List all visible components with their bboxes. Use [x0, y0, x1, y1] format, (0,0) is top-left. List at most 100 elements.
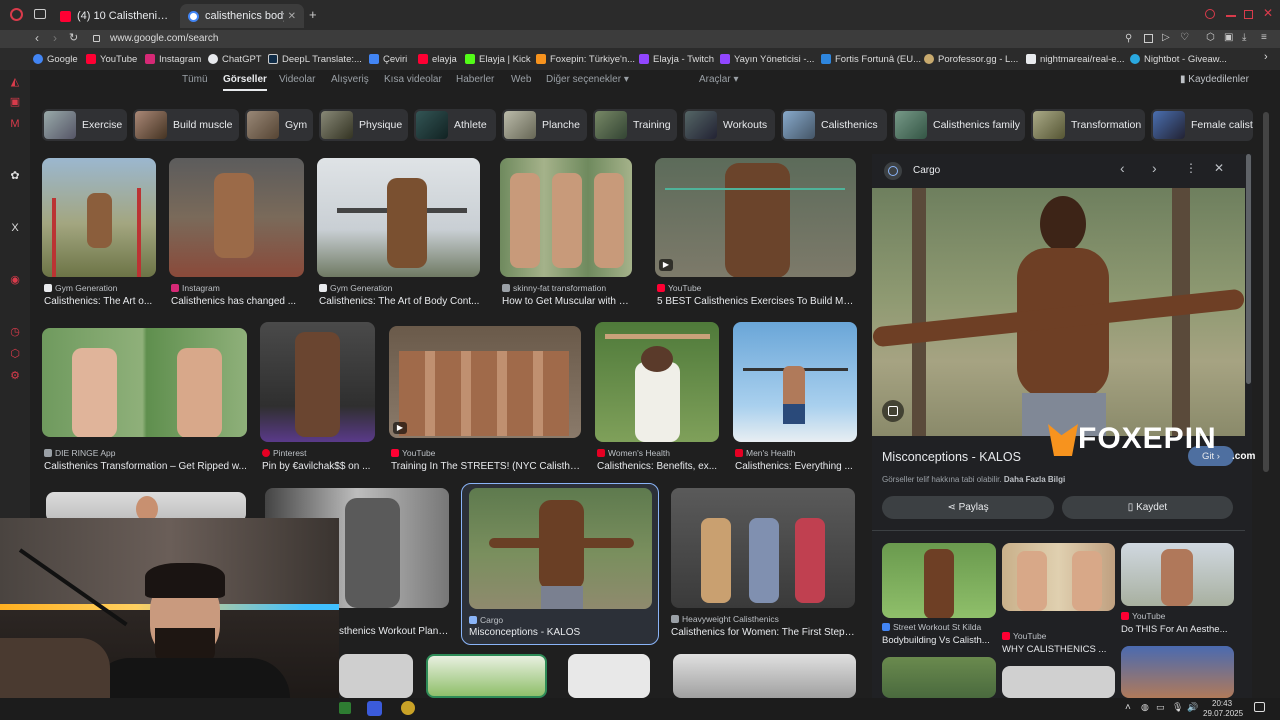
chip-training[interactable]: Training — [593, 109, 677, 141]
result-title[interactable]: Misconceptions - KALOS — [469, 627, 652, 638]
related-thumbnail[interactable] — [1002, 666, 1115, 698]
result-image[interactable] — [42, 328, 247, 437]
workspaces-icon[interactable] — [34, 9, 46, 19]
bookmark-instagram[interactable]: Instagram — [145, 52, 201, 66]
snapshot-icon[interactable] — [1144, 34, 1153, 43]
bookmark-chatgpt[interactable]: ChatGPT — [208, 52, 262, 66]
close-tab-icon[interactable]: ✕ — [284, 11, 296, 22]
tab-youtube[interactable]: (4) 10 Calisthenics Skills — [52, 4, 178, 28]
related-thumbnail[interactable] — [882, 657, 996, 698]
save-button[interactable]: ▯ Kaydet — [1062, 496, 1233, 519]
result-image[interactable] — [733, 322, 857, 442]
url-input[interactable]: www.google.com/search — [110, 33, 218, 44]
chip-calisthenics-family[interactable]: Calisthenics family — [893, 109, 1025, 141]
related-thumbnail[interactable] — [1121, 646, 1234, 698]
bookmark-google[interactable]: Google — [33, 52, 78, 66]
tools-button[interactable]: Araçlar ▾ — [699, 74, 739, 85]
extensions-sidebar-icon[interactable]: ⬡ — [9, 348, 21, 360]
extensions-icon[interactable]: ⬡ — [1206, 32, 1215, 43]
tray-chevron-icon[interactable]: ˄ — [1125, 702, 1131, 713]
pin-icon[interactable]: ⚲ — [1125, 33, 1132, 44]
result-title[interactable]: Calisthenics: The Art of Body Cont... — [319, 296, 482, 307]
result-image[interactable] — [169, 158, 304, 277]
result-image[interactable] — [317, 158, 480, 277]
notifications-icon[interactable] — [1254, 702, 1265, 712]
panel-scrollbar[interactable] — [1246, 154, 1251, 384]
new-tab-button[interactable]: + — [309, 7, 317, 22]
bookmark-elayja[interactable]: elayja — [418, 52, 457, 66]
gx-icon[interactable]: ▣ — [9, 96, 21, 108]
result-image[interactable] — [655, 158, 856, 277]
opera-logo-icon[interactable] — [10, 8, 23, 21]
chip-gym[interactable]: Gym — [245, 109, 313, 141]
chip-transformation[interactable]: Transformation — [1031, 109, 1145, 141]
chip-build-muscle[interactable]: Build muscle — [133, 109, 239, 141]
bookmark-twitch[interactable]: Elayja - Twitch — [639, 52, 714, 66]
nav-tab-shopping[interactable]: Alışveriş — [331, 74, 369, 85]
download-icon[interactable]: ⤓ — [1242, 32, 1246, 43]
result-image[interactable] — [339, 654, 413, 698]
panel-title[interactable]: Misconceptions - KALOS — [882, 450, 1021, 464]
result-image[interactable] — [469, 488, 652, 609]
result-title[interactable]: Calisthenics: Everything ... — [735, 461, 859, 472]
chip-planche[interactable]: Planche — [502, 109, 587, 141]
related-title[interactable]: WHY CALISTHENICS ... — [1002, 644, 1115, 655]
aria-icon[interactable]: ◭ — [9, 76, 21, 88]
result-title[interactable]: Calisthenics Transformation – Get Ripped… — [44, 461, 249, 472]
bookmark-kick[interactable]: Elayja | Kick — [465, 52, 531, 66]
chip-female-calisthenics[interactable]: Female calist — [1151, 109, 1253, 141]
network-icon[interactable]: ▭ — [1156, 702, 1165, 713]
related-title[interactable]: Do THIS For An Aesthe... — [1121, 624, 1234, 635]
share-button[interactable]: ⋖ Paylaş — [882, 496, 1054, 519]
result-image[interactable] — [260, 322, 375, 442]
player-sidebar-icon[interactable]: ◉ — [9, 274, 21, 286]
result-image[interactable] — [673, 654, 856, 698]
bookmark-yayin-yoneticisi[interactable]: Yayın Yöneticisi -... — [720, 52, 814, 66]
menu-icon[interactable]: ≡ — [1261, 32, 1267, 43]
related-title[interactable]: Bodybuilding Vs Calisth... — [882, 635, 996, 646]
bookmark-youtube[interactable]: YouTube — [86, 52, 137, 66]
close-window-icon[interactable]: ✕ — [1263, 6, 1273, 20]
related-thumbnail[interactable] — [1121, 543, 1234, 606]
bookmark-fortis[interactable]: Fortis Fortunâ (EU... — [821, 52, 921, 66]
minimize-icon[interactable] — [1226, 15, 1236, 17]
easy-files-icon[interactable]: ▣ — [1224, 32, 1233, 43]
history-icon[interactable]: ◷ — [9, 326, 21, 338]
gmail-icon[interactable]: M — [9, 118, 21, 130]
nav-tab-videos[interactable]: Videolar — [279, 74, 316, 85]
nav-tab-web[interactable]: Web — [511, 74, 531, 85]
result-image[interactable] — [42, 158, 156, 277]
result-image[interactable] — [568, 654, 650, 698]
heart-icon[interactable]: ♡ — [1180, 32, 1189, 43]
volume-icon[interactable]: 🔊 — [1187, 702, 1198, 713]
tab-google-search[interactable]: calisthenics body - Googl ✕ — [180, 4, 304, 28]
nav-tab-shorts[interactable]: Kısa videolar — [384, 74, 442, 85]
chip-calisthenics[interactable]: Calisthenics — [781, 109, 887, 141]
clock-date[interactable]: 29.07.2025 — [1203, 709, 1243, 718]
result-title[interactable]: 5 BEST Calisthenics Exercises To Build M… — [657, 296, 858, 307]
search-tabs-icon[interactable] — [1205, 9, 1215, 19]
related-thumbnail[interactable] — [1002, 543, 1115, 611]
maximize-icon[interactable] — [1244, 10, 1253, 19]
image-result-selected[interactable]: Cargo Misconceptions - KALOS — [461, 483, 659, 645]
bookmark-ceviri[interactable]: Çeviri — [369, 52, 407, 66]
result-title[interactable]: Calisthenics for Women: The First Steps … — [671, 627, 855, 638]
bookmark-deepl[interactable]: DeepL Translate:... — [268, 52, 362, 66]
more-info-link[interactable]: Daha Fazla Bilgi — [1004, 475, 1065, 484]
result-title[interactable]: sthenics Workout Plan | ... — [339, 626, 449, 637]
more-options-icon[interactable]: ⋮ — [1185, 161, 1197, 175]
taskbar-app-icon[interactable] — [367, 701, 382, 716]
saved-button[interactable]: ▮ Kaydedilenler — [1180, 74, 1249, 85]
result-image[interactable] — [500, 158, 632, 277]
page-scrollbar[interactable] — [1263, 112, 1269, 472]
tray-app-icon[interactable]: ◍ — [1141, 702, 1149, 713]
close-panel-icon[interactable]: ✕ — [1214, 161, 1224, 175]
x-twitter-icon[interactable]: X — [9, 222, 21, 234]
result-image[interactable] — [389, 326, 581, 438]
chip-physique[interactable]: Physique — [319, 109, 408, 141]
nav-tab-all[interactable]: Tümü — [182, 74, 208, 85]
clock-time[interactable]: 20:43 — [1212, 699, 1232, 708]
microphone-icon[interactable]: 🎙 — [1172, 702, 1183, 713]
back-icon[interactable]: ‹ — [35, 31, 39, 45]
nav-tab-images[interactable]: Görseller — [223, 74, 267, 91]
